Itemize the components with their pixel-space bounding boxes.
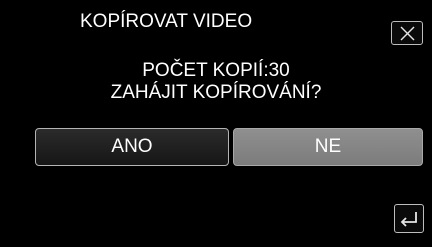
return-arrow-icon — [400, 212, 417, 227]
yes-button[interactable]: ANO — [35, 128, 229, 166]
close-button[interactable] — [391, 21, 423, 45]
dialog-message: POČET KOPIÍ:30 ZAHÁJIT KOPÍROVÁNÍ? — [0, 60, 432, 104]
dialog-title: KOPÍROVAT VIDEO — [80, 11, 253, 32]
back-button[interactable] — [394, 204, 424, 233]
copy-video-dialog: KOPÍROVAT VIDEO POČET KOPIÍ:30 ZAHÁJIT K… — [0, 0, 432, 247]
copy-count-text: POČET KOPIÍ:30 — [142, 60, 290, 81]
close-icon — [400, 26, 415, 41]
start-copy-question: ZAHÁJIT KOPÍROVÁNÍ? — [110, 82, 322, 103]
no-button[interactable]: NE — [233, 128, 423, 166]
